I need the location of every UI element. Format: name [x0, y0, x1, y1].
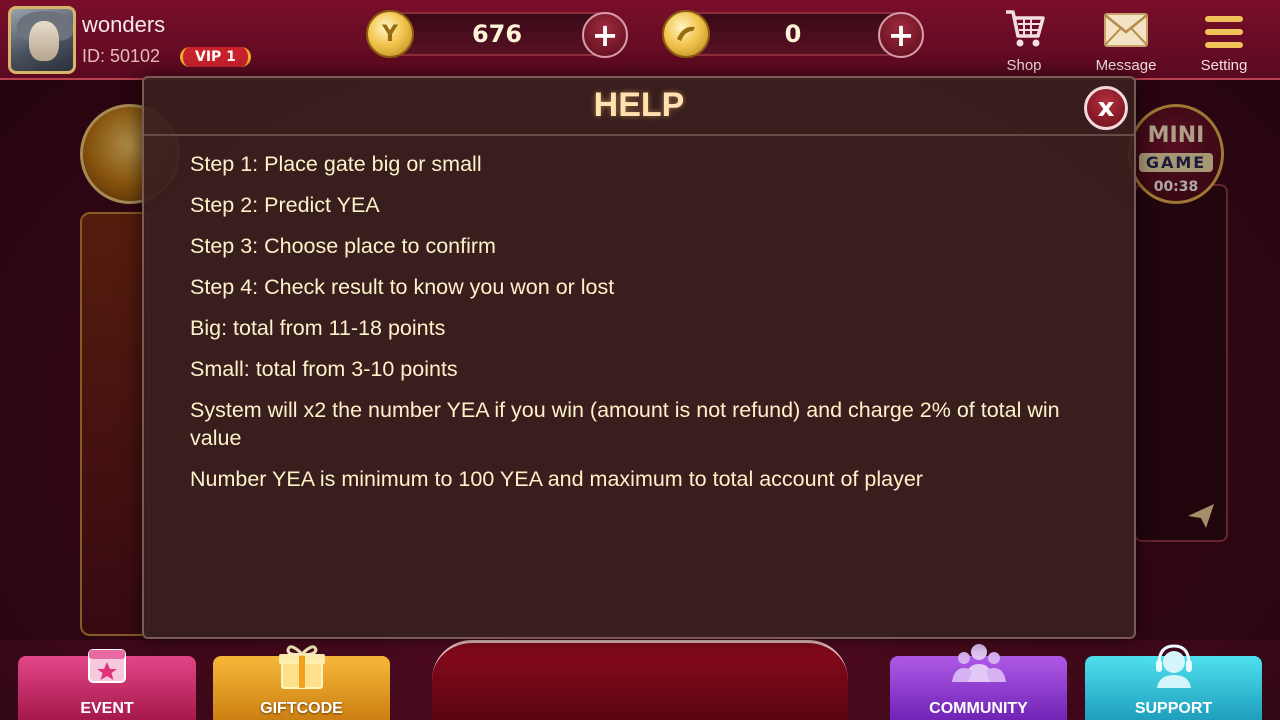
add-yea-button[interactable]: +: [582, 12, 628, 58]
gift-icon: [278, 645, 325, 689]
community-label: COMMUNITY: [929, 700, 1028, 717]
user-id: ID: 50102: [82, 46, 161, 66]
help-step-1: Step 1: Place gate big or small: [190, 152, 482, 176]
setting-button[interactable]: Setting: [1184, 6, 1264, 76]
help-small-rule: Small: total from 3-10 points: [190, 357, 458, 381]
center-stage: [432, 640, 848, 720]
help-step-2: Step 2: Predict YEA: [190, 193, 380, 217]
envelope-icon: [1104, 13, 1148, 47]
horn-icon: [677, 26, 695, 41]
headset-icon: [1155, 644, 1192, 688]
add-gold-button[interactable]: +: [878, 12, 924, 58]
gold-balance: 0 +: [662, 10, 924, 58]
group-icon: [951, 644, 1006, 682]
avatar[interactable]: [8, 6, 76, 74]
community-button[interactable]: COMMUNITY: [890, 644, 1067, 720]
event-label: EVENT: [80, 700, 134, 717]
avatar-face: [29, 21, 59, 61]
help-big-rule: Big: total from 11-18 points: [190, 316, 446, 340]
help-step-3: Step 3: Choose place to confirm: [190, 234, 496, 258]
yea-coin-icon: Y: [366, 10, 414, 58]
help-body: Step 1: Place gate big or small Step 2: …: [190, 150, 1070, 506]
cart-icon: [1006, 10, 1045, 47]
yea-amount: 676: [471, 20, 523, 48]
support-button[interactable]: SUPPORT: [1085, 644, 1262, 720]
gold-amount: 0: [784, 20, 802, 48]
help-divider: [144, 134, 1134, 136]
message-button[interactable]: Message: [1086, 6, 1166, 76]
calendar-star-icon: [88, 649, 126, 683]
menu-icon: [1205, 16, 1243, 48]
close-button[interactable]: x: [1084, 86, 1128, 130]
bottom-bar: EVENT GIFTCODE COMMUNITY SUPPORT: [0, 640, 1280, 720]
help-payout-rule: System will x2 the number YEA if you win…: [190, 398, 1060, 450]
username: wonders: [82, 12, 166, 37]
giftcode-button[interactable]: GIFTCODE: [213, 645, 390, 720]
top-bar: wonders ID: 50102 VIP 1 Y 676 + 0 + Shop: [0, 0, 1280, 80]
shop-label: Shop: [1006, 57, 1042, 74]
giftcode-label: GIFTCODE: [260, 700, 343, 717]
message-label: Message: [1095, 57, 1157, 74]
help-title: HELP: [593, 86, 685, 124]
help-dialog: HELP x Step 1: Place gate big or small S…: [142, 76, 1136, 639]
setting-label: Setting: [1200, 57, 1248, 74]
shop-button[interactable]: Shop: [984, 6, 1064, 76]
event-button[interactable]: EVENT: [18, 649, 196, 720]
support-label: SUPPORT: [1134, 700, 1213, 717]
help-limit-rule: Number YEA is minimum to 100 YEA and max…: [190, 467, 923, 491]
help-step-4: Step 4: Check result to know you won or …: [190, 275, 615, 299]
yea-balance: Y 676 +: [366, 10, 628, 58]
vip-badge[interactable]: VIP 1: [180, 47, 251, 67]
gold-coin-icon: [662, 10, 710, 58]
